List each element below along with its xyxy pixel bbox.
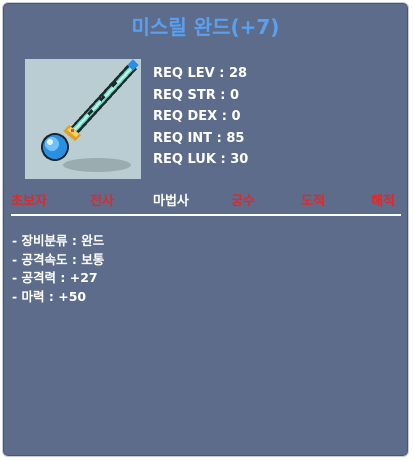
detail-magic-label: - 마력 [12,288,45,304]
req-int-value: 85 [226,130,245,146]
req-dex: REQ DEX : 0 [153,109,241,125]
detail-attack-speed-label: - 공격속도 [12,251,68,267]
detail-magic-value: +50 [58,288,87,304]
item-details: - 장비분류 : 완드 - 공격속도 : 보통 - 공격력 : +27 - 마력… [12,232,104,306]
item-icon-frame [25,59,141,179]
detail-equip-type-label: - 장비분류 [12,233,68,248]
req-level-value: 28 [228,66,248,81]
class-magician: 마법사 [153,194,189,209]
item-name: 미스릴 완드(+7) [131,15,280,39]
req-dex-value: 0 [231,109,241,125]
detail-equip-type: - 장비분류 : 완드 [12,233,105,248]
req-luk-value: 30 [230,152,249,168]
req-level-label: REQ LEV [153,66,215,81]
req-luk-label: REQ LUK [153,152,216,168]
req-str-value: 0 [229,87,240,103]
detail-attack-label: - 공격력 [12,270,57,286]
req-str-label: REQ STR [153,87,216,103]
class-warrior: 전사 [90,194,114,209]
divider [11,214,401,216]
detail-attack-speed-value: 보통 [81,251,105,267]
req-dex-label: REQ DEX [153,109,218,125]
detail-attack-value: +27 [69,270,98,286]
req-level: REQ LEV : 28 [153,66,248,81]
class-beginner: 초보자 [11,194,47,209]
detail-magic: - 마력 : +50 [12,288,87,304]
req-luk: REQ LUK : 30 [153,152,249,168]
req-int: REQ INT : 85 [153,130,245,146]
requirements: REQ LEV : 28 REQ STR : 0 REQ DEX : 0 REQ… [153,63,248,171]
item-tooltip: 미스릴 완드(+7) REQ LEV: 28 REQ STR: 0 REQ … [2,2,409,457]
class-pirate: 해적 [371,194,395,209]
detail-attack: - 공격력 : +27 [12,270,98,286]
class-thief: 도적 [301,194,325,209]
detail-attack-speed: - 공격속도 : 보통 [12,251,105,267]
req-str: REQ STR : 0 [153,87,240,103]
class-bowman: 궁수 [231,194,255,209]
wand-icon [41,59,139,172]
detail-equip-type-value: 완드 [81,233,105,248]
req-int-label: REQ INT [153,130,213,146]
